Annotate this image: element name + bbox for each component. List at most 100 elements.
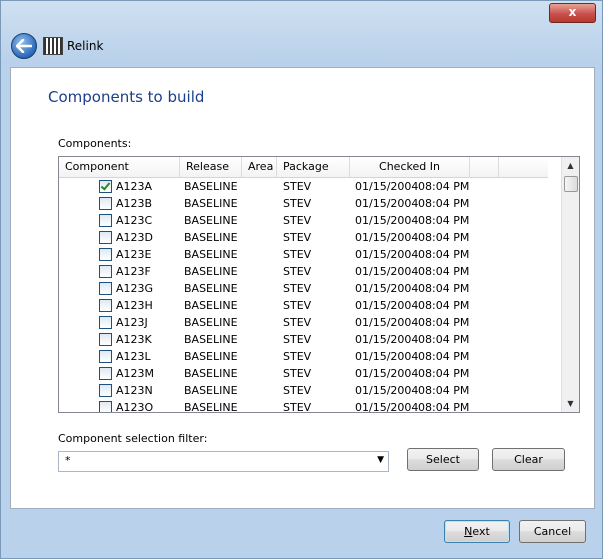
cell-release: BASELINE xyxy=(184,231,238,244)
cell-component: A123H xyxy=(116,299,153,312)
cell-time: 08:04 PM xyxy=(418,333,470,346)
table-row[interactable]: A123H BASELINE STEV 01/15/2004 08:04 PM xyxy=(59,297,548,314)
cell-release: BASELINE xyxy=(184,350,238,363)
scroll-up-icon[interactable]: ▲ xyxy=(562,157,579,174)
cell-component: A123E xyxy=(116,248,152,261)
column-header-checked-in[interactable]: Checked In xyxy=(350,157,470,177)
filter-value: * xyxy=(65,454,71,467)
table-row[interactable]: A123L BASELINE STEV 01/15/2004 08:04 PM xyxy=(59,348,548,365)
cell-component: A123B xyxy=(116,197,153,210)
row-checkbox[interactable] xyxy=(99,197,112,210)
cell-time: 08:04 PM xyxy=(418,316,470,329)
cell-component: A123K xyxy=(116,333,152,346)
cell-time: 08:04 PM xyxy=(418,282,470,295)
components-list[interactable]: Component Release Area Package Checked I… xyxy=(58,156,580,413)
table-row[interactable]: A123J BASELINE STEV 01/15/2004 08:04 PM xyxy=(59,314,548,331)
cell-component: A123O xyxy=(116,401,154,413)
cell-release: BASELINE xyxy=(184,384,238,397)
next-button[interactable]: Next xyxy=(444,520,510,543)
column-header-area[interactable]: Area xyxy=(242,157,277,177)
row-checkbox[interactable] xyxy=(99,248,112,261)
cell-component: A123J xyxy=(116,316,148,329)
table-row[interactable]: A123M BASELINE STEV 01/15/2004 08:04 PM xyxy=(59,365,548,382)
column-header-package[interactable]: Package xyxy=(277,157,350,177)
filter-combobox[interactable]: * ▼ xyxy=(58,451,389,472)
cell-time: 08:04 PM xyxy=(418,214,470,227)
row-checkbox[interactable] xyxy=(99,214,112,227)
cancel-button[interactable]: Cancel xyxy=(519,520,586,543)
chevron-down-icon[interactable]: ▼ xyxy=(377,455,384,465)
cell-date: 01/15/2004 xyxy=(355,350,419,363)
cell-package: STEV xyxy=(283,265,312,278)
select-button[interactable]: Select xyxy=(407,448,479,471)
window-title: Relink xyxy=(67,39,104,53)
column-header-release[interactable]: Release xyxy=(180,157,242,177)
column-header-filler xyxy=(470,157,499,177)
cell-release: BASELINE xyxy=(184,265,238,278)
cell-time: 08:04 PM xyxy=(418,401,470,413)
cell-date: 01/15/2004 xyxy=(355,214,419,227)
clear-button[interactable]: Clear xyxy=(492,448,565,471)
scroll-thumb[interactable] xyxy=(564,176,578,192)
cell-release: BASELINE xyxy=(184,197,238,210)
cell-date: 01/15/2004 xyxy=(355,299,419,312)
row-checkbox[interactable] xyxy=(99,401,112,412)
cell-package: STEV xyxy=(283,299,312,312)
cell-component: A123N xyxy=(116,384,153,397)
cell-package: STEV xyxy=(283,333,312,346)
table-row[interactable]: A123F BASELINE STEV 01/15/2004 08:04 PM xyxy=(59,263,548,280)
vertical-scrollbar[interactable]: ▲ ▼ xyxy=(561,157,579,412)
table-row[interactable]: A123B BASELINE STEV 01/15/2004 08:04 PM xyxy=(59,195,548,212)
cell-date: 01/15/2004 xyxy=(355,180,419,193)
column-header-component[interactable]: Component xyxy=(59,157,180,177)
cell-package: STEV xyxy=(283,248,312,261)
cell-date: 01/15/2004 xyxy=(355,231,419,244)
table-row[interactable]: A123O BASELINE STEV 01/15/2004 08:04 PM xyxy=(59,399,548,413)
cell-date: 01/15/2004 xyxy=(355,367,419,380)
cell-date: 01/15/2004 xyxy=(355,316,419,329)
row-checkbox[interactable] xyxy=(99,180,112,193)
cell-date: 01/15/2004 xyxy=(355,265,419,278)
close-button[interactable]: x xyxy=(549,3,596,23)
cell-package: STEV xyxy=(283,350,312,363)
cell-time: 08:04 PM xyxy=(418,384,470,397)
row-checkbox[interactable] xyxy=(99,350,112,363)
scroll-down-icon[interactable]: ▼ xyxy=(562,395,579,412)
cell-date: 01/15/2004 xyxy=(355,248,419,261)
cell-component: A123A xyxy=(116,180,153,193)
table-row[interactable]: A123A BASELINE STEV 01/15/2004 08:04 PM xyxy=(59,178,548,195)
table-row[interactable]: A123N BASELINE STEV 01/15/2004 08:04 PM xyxy=(59,382,548,399)
cell-package: STEV xyxy=(283,231,312,244)
row-checkbox[interactable] xyxy=(99,333,112,346)
list-header: Component Release Area Package Checked I… xyxy=(59,157,548,178)
cell-release: BASELINE xyxy=(184,282,238,295)
cell-time: 08:04 PM xyxy=(418,180,470,193)
cell-release: BASELINE xyxy=(184,367,238,380)
cell-release: BASELINE xyxy=(184,214,238,227)
cell-package: STEV xyxy=(283,401,312,413)
table-row[interactable]: A123K BASELINE STEV 01/15/2004 08:04 PM xyxy=(59,331,548,348)
cell-time: 08:04 PM xyxy=(418,197,470,210)
cell-package: STEV xyxy=(283,180,312,193)
row-checkbox[interactable] xyxy=(99,316,112,329)
table-row[interactable]: A123D BASELINE STEV 01/15/2004 08:04 PM xyxy=(59,229,548,246)
table-row[interactable]: A123G BASELINE STEV 01/15/2004 08:04 PM xyxy=(59,280,548,297)
cell-time: 08:04 PM xyxy=(418,367,470,380)
back-arrow-icon xyxy=(16,39,32,53)
row-checkbox[interactable] xyxy=(99,299,112,312)
cell-time: 08:04 PM xyxy=(418,299,470,312)
cell-time: 08:04 PM xyxy=(418,231,470,244)
cell-release: BASELINE xyxy=(184,299,238,312)
row-checkbox[interactable] xyxy=(99,384,112,397)
cell-time: 08:04 PM xyxy=(418,265,470,278)
cell-date: 01/15/2004 xyxy=(355,282,419,295)
row-checkbox[interactable] xyxy=(99,367,112,380)
table-row[interactable]: A123E BASELINE STEV 01/15/2004 08:04 PM xyxy=(59,246,548,263)
back-button[interactable] xyxy=(11,33,37,59)
cell-component: A123L xyxy=(116,350,151,363)
cell-component: A123G xyxy=(116,282,154,295)
table-row[interactable]: A123C BASELINE STEV 01/15/2004 08:04 PM xyxy=(59,212,548,229)
row-checkbox[interactable] xyxy=(99,231,112,244)
row-checkbox[interactable] xyxy=(99,282,112,295)
row-checkbox[interactable] xyxy=(99,265,112,278)
